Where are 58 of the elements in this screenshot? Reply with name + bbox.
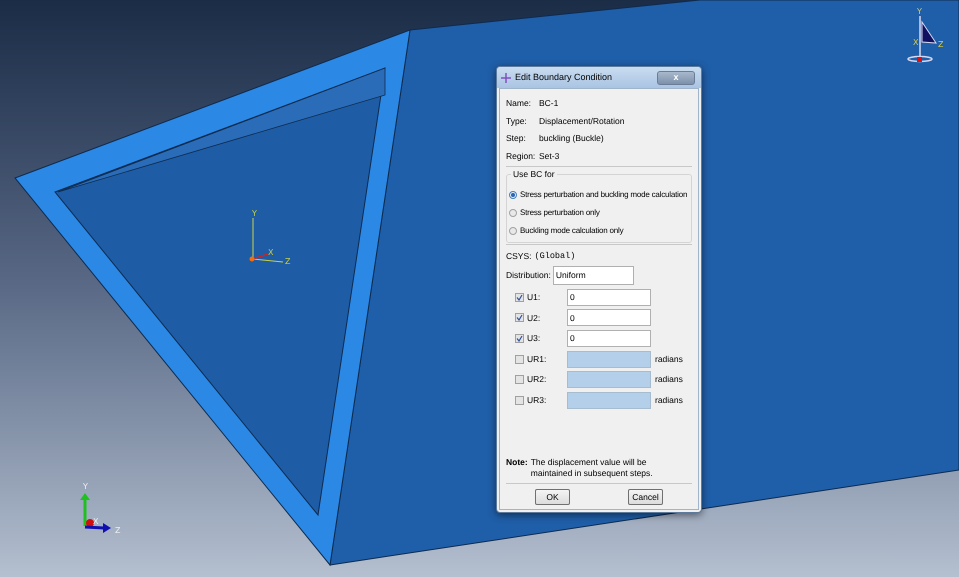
- radio-button[interactable]: [509, 227, 517, 235]
- distribution-field[interactable]: Uniform: [552, 266, 634, 285]
- axis-triad-drawing: [80, 493, 111, 533]
- note-text: The displacement value will be maintained in subsequent steps.: [530, 457, 654, 479]
- option-label: Stress perturbation only: [520, 207, 600, 219]
- value-field[interactable]: [567, 371, 651, 388]
- field-value: (Global): [534, 250, 576, 262]
- unit-label: radians: [654, 394, 683, 407]
- option-label: Buckling mode calculation only: [520, 225, 624, 237]
- field-label: Name:: [506, 97, 532, 110]
- unit-label: radians: [654, 373, 683, 386]
- axis-label: Y: [83, 482, 88, 491]
- field-label: U3:: [526, 332, 542, 345]
- checkbox[interactable]: [515, 292, 524, 302]
- window-title: Edit Boundary Condition: [515, 70, 614, 84]
- field-label: UR2:: [526, 373, 548, 386]
- field-label: Type:: [506, 114, 528, 128]
- value-field[interactable]: 0: [567, 288, 651, 306]
- app-icon: [501, 72, 511, 82]
- field-value: Set-3: [539, 150, 560, 163]
- axis-label: X: [93, 517, 98, 526]
- field-value: buckling (Buckle): [539, 132, 604, 146]
- checkbox[interactable]: [515, 354, 524, 364]
- value-field[interactable]: 0: [567, 309, 651, 326]
- radio-button[interactable]: [509, 209, 517, 217]
- axis-label: Z: [938, 40, 944, 49]
- field-value: BC-1: [539, 97, 558, 110]
- radio-button[interactable]: [509, 191, 517, 199]
- field-label: UR3:: [526, 394, 548, 407]
- axis-triad-drawing: [250, 218, 284, 262]
- checkbox[interactable]: [515, 334, 524, 343]
- note-label: Note:: [506, 457, 528, 469]
- field-label: Distribution:: [506, 269, 551, 282]
- axis-label: Y: [252, 209, 257, 218]
- unit-label: radians: [654, 352, 683, 366]
- checkbox[interactable]: [515, 396, 524, 405]
- field-label: U2:: [526, 312, 542, 324]
- axis-label: X: [913, 38, 918, 47]
- field-label: UR1:: [526, 352, 548, 366]
- checkbox[interactable]: [515, 313, 524, 322]
- value-field[interactable]: [567, 392, 651, 409]
- value-field[interactable]: 0: [567, 330, 651, 347]
- field-value: Displacement/Rotation: [539, 114, 625, 128]
- axis-label: Z: [115, 526, 120, 535]
- dialog-button[interactable]: Cancel: [628, 489, 663, 505]
- field-label: U1:: [526, 290, 542, 304]
- value-field[interactable]: [567, 350, 651, 368]
- axis-label: Y: [917, 7, 922, 16]
- option-label: Stress perturbation and buckling mode calculation: [520, 189, 688, 201]
- field-label: CSYS:: [506, 250, 532, 262]
- dialog-button[interactable]: OK: [535, 489, 570, 505]
- checkbox[interactable]: [515, 375, 524, 384]
- axis-label: Z: [285, 257, 290, 266]
- field-label: Region:: [506, 150, 536, 163]
- axis-triad-drawing: [907, 16, 937, 62]
- group-title: Use BC for: [511, 169, 557, 180]
- axis-label: X: [268, 248, 274, 257]
- field-label: Step:: [506, 132, 527, 146]
